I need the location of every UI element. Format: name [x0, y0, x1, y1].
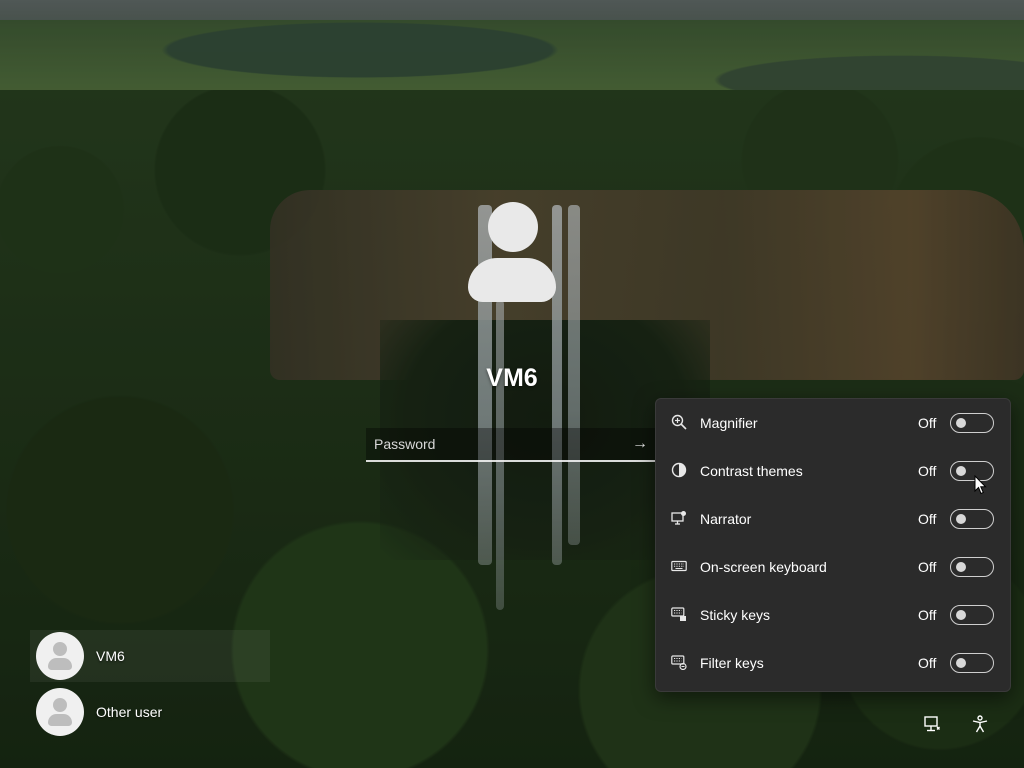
a11y-row-narrator[interactable]: Narrator Off — [656, 495, 1012, 543]
a11y-state: Off — [918, 607, 937, 623]
magnifier-icon — [670, 414, 688, 432]
user-list-name: Other user — [96, 704, 163, 720]
a11y-label: Sticky keys — [700, 607, 771, 623]
filter-keys-icon — [670, 654, 688, 672]
a11y-row-contrast-themes[interactable]: Contrast themes Off — [656, 447, 1012, 495]
sticky-keys-icon — [670, 606, 688, 624]
a11y-label: Filter keys — [700, 655, 764, 671]
user-avatar-icon — [36, 632, 84, 680]
on-screen-keyboard-toggle[interactable] — [950, 557, 994, 577]
a11y-label: Magnifier — [700, 415, 758, 431]
user-avatar-icon — [36, 688, 84, 736]
narrator-icon — [670, 510, 688, 528]
lock-screen: VM6 → VM6 Other user Magnifier Off Contr… — [0, 0, 1024, 768]
a11y-state: Off — [918, 559, 937, 575]
narrator-toggle[interactable] — [950, 509, 994, 529]
a11y-row-filter-keys[interactable]: Filter keys Off — [656, 639, 1012, 687]
accessibility-flyout: Magnifier Off Contrast themes Off Narrat… — [655, 398, 1011, 692]
user-list-item-other-user[interactable]: Other user — [30, 686, 270, 738]
a11y-state: Off — [918, 655, 937, 671]
user-avatar-large — [466, 202, 558, 302]
keyboard-icon — [670, 558, 688, 576]
user-list-name: VM6 — [96, 648, 125, 664]
username-label: VM6 — [486, 364, 538, 392]
a11y-state: Off — [918, 511, 937, 527]
submit-arrow-icon[interactable]: → — [630, 434, 650, 454]
accessibility-icon[interactable] — [968, 714, 992, 738]
password-field-container: → — [366, 428, 656, 462]
filter-keys-toggle[interactable] — [950, 653, 994, 673]
password-input[interactable] — [366, 428, 626, 460]
a11y-label: On-screen keyboard — [700, 559, 827, 575]
mouse-cursor-icon — [974, 475, 987, 495]
a11y-state: Off — [918, 463, 937, 479]
network-icon[interactable] — [920, 714, 944, 738]
a11y-row-on-screen-keyboard[interactable]: On-screen keyboard Off — [656, 543, 1012, 591]
magnifier-toggle[interactable] — [950, 413, 994, 433]
contrast-icon — [670, 462, 688, 480]
a11y-row-magnifier[interactable]: Magnifier Off — [656, 399, 1012, 447]
user-list-item-vm6[interactable]: VM6 — [30, 630, 270, 682]
a11y-label: Contrast themes — [700, 463, 803, 479]
a11y-row-sticky-keys[interactable]: Sticky keys Off — [656, 591, 1012, 639]
a11y-state: Off — [918, 415, 937, 431]
a11y-label: Narrator — [700, 511, 752, 527]
sticky-keys-toggle[interactable] — [950, 605, 994, 625]
